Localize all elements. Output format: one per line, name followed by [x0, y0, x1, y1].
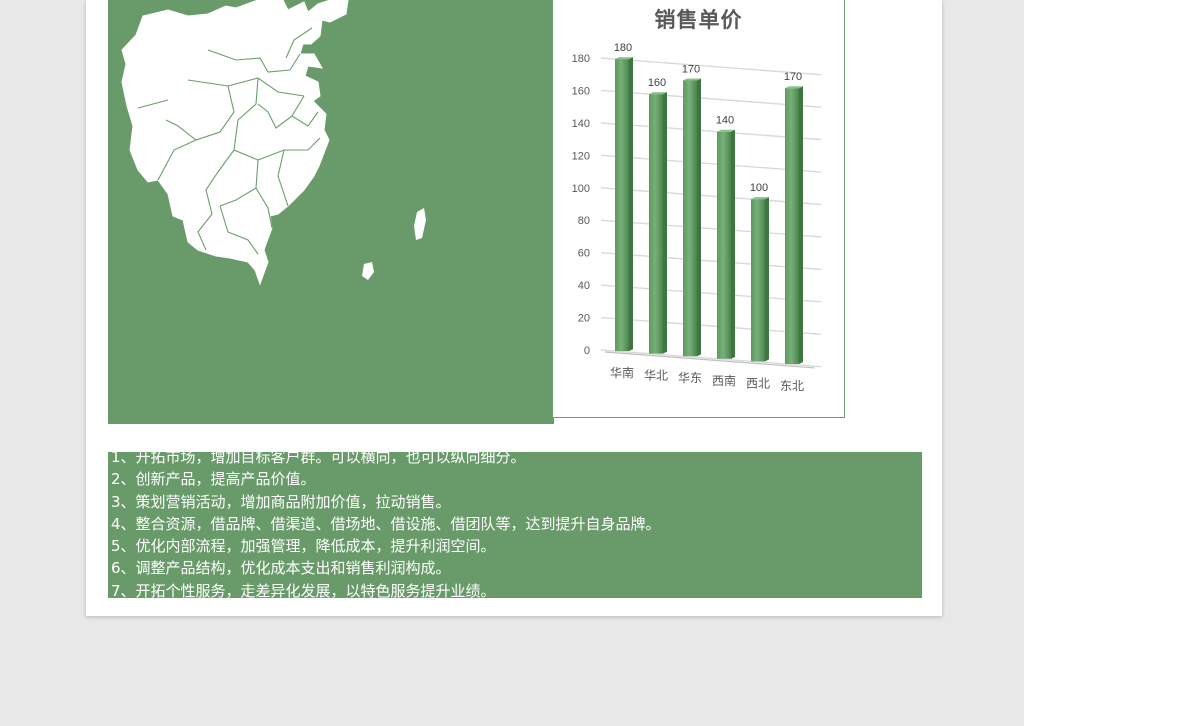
bar — [683, 80, 697, 357]
x-tick-label: 西北 — [746, 376, 770, 390]
bar-side — [697, 78, 701, 357]
china-map-icon — [121, 0, 426, 286]
y-tick-label: 20 — [578, 313, 590, 325]
y-tick-label: 160 — [572, 85, 590, 97]
strategy-list-panel: 1、开拓市场，增加目标客户群。可以横向，也可以纵向细分。 2、创新产品，提高产品价… — [108, 452, 922, 598]
y-tick-label: 180 — [572, 53, 590, 65]
x-tick-label: 华东 — [678, 371, 702, 385]
strategy-item: 7、开拓个性服务，走差异化发展，以特色服务提升业绩。 — [111, 581, 496, 598]
bar — [785, 88, 799, 364]
strategy-item: 6、调整产品结构，优化成本支出和销售利润构成。 — [111, 559, 451, 578]
bar-side — [629, 57, 633, 352]
bar-side — [663, 92, 667, 354]
bar-side — [765, 197, 769, 362]
bar — [717, 131, 731, 359]
data-label: 140 — [716, 115, 734, 127]
data-label: 100 — [750, 182, 768, 194]
y-tick-label: 100 — [572, 183, 590, 195]
bar-side — [731, 129, 735, 359]
map-panel — [108, 0, 554, 424]
y-tick-label: 0 — [584, 345, 590, 357]
strategy-item: 5、优化内部流程，加强管理，降低成本，提升利润空间。 — [111, 537, 496, 556]
x-tick-label: 华南 — [610, 365, 634, 380]
y-tick-label: 140 — [572, 118, 590, 130]
bar — [615, 59, 629, 352]
strategy-item: 1、开拓市场，增加目标客户群。可以横向，也可以纵向细分。 — [111, 452, 526, 466]
bar — [751, 199, 765, 362]
y-tick-label: 80 — [578, 215, 590, 227]
strategy-list: 1、开拓市场，增加目标客户群。可以横向，也可以纵向细分。 2、创新产品，提高产品价… — [111, 452, 661, 598]
bar — [649, 94, 663, 354]
x-tick-label: 东北 — [780, 379, 804, 393]
strategy-item: 4、整合资源，借品牌、借渠道、借场地、借设施、借团队等，达到提升自身品牌。 — [111, 514, 661, 533]
chart-panel: 销售单价 0 20 40 60 80 100 120 140 160 180 华南 华北 华东 西南 西北… — [552, 0, 845, 418]
bar-side — [799, 86, 803, 364]
document-page: 销售单价 0 20 40 60 80 100 120 140 160 180 华南 华北 华东 西南 西北… — [86, 0, 942, 616]
side-pane — [1024, 0, 1200, 726]
strategy-item: 2、创新产品，提高产品价值。 — [111, 470, 316, 489]
y-tick-label: 120 — [572, 150, 590, 162]
data-label: 180 — [614, 42, 632, 54]
x-tick-label: 西南 — [712, 373, 736, 388]
data-label: 160 — [648, 77, 666, 89]
data-label: 170 — [784, 71, 802, 83]
y-tick-label: 40 — [578, 280, 590, 292]
y-tick-label: 60 — [578, 248, 590, 260]
chart-floor — [604, 351, 816, 369]
x-tick-label: 华北 — [644, 369, 668, 383]
data-label: 170 — [682, 63, 700, 75]
strategy-item: 3、策划营销活动，增加商品附加价值，拉动销售。 — [111, 492, 451, 511]
chart-plot: 0 20 40 60 80 100 120 140 160 180 华南 华北 华东 西南 西北 东北 18… — [572, 42, 822, 393]
